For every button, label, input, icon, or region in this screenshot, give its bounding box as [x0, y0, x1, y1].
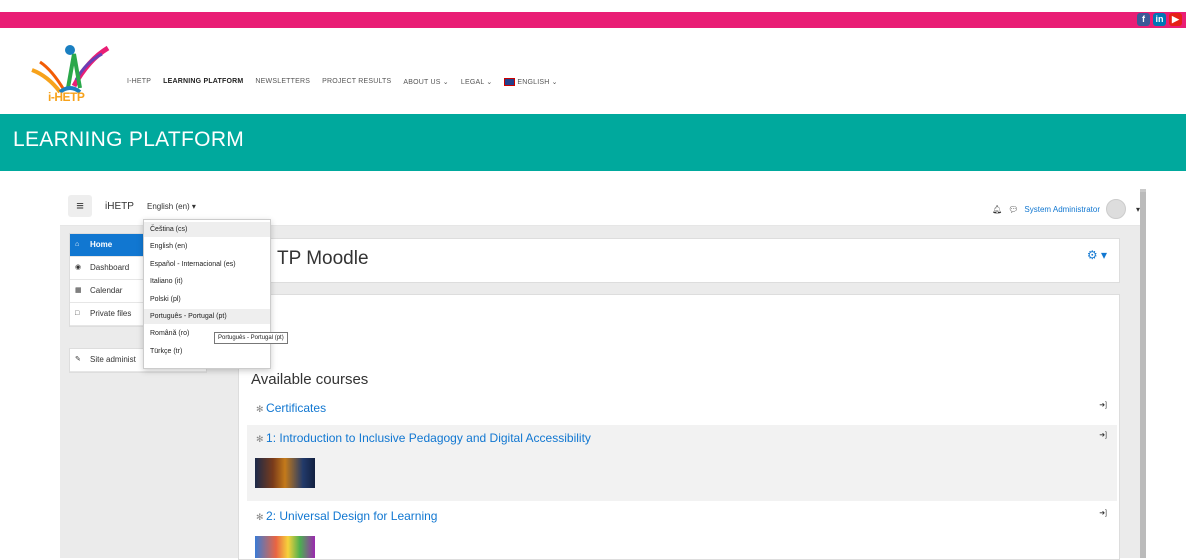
page-banner: LEARNING PLATFORM — [0, 114, 1186, 171]
user-name[interactable]: System Administrator — [1024, 205, 1100, 214]
lang-option-tr[interactable]: Türkçe (tr) — [144, 344, 270, 359]
course-title: 1: Introduction to Inclusive Pedagogy an… — [266, 431, 591, 445]
course-item[interactable]: ✻ 2: Universal Design for Learning ➜] — [247, 503, 1117, 559]
moodle-brand[interactable]: iHETP — [105, 201, 134, 212]
scrollbar-thumb[interactable] — [1140, 192, 1146, 558]
sidebar-item-label: Home — [90, 240, 113, 249]
chat-icon[interactable]: 💬︎ — [1008, 205, 1018, 214]
user-menu-area: 🔔︎ 💬︎ System Administrator ▾ — [992, 199, 1140, 219]
course-item[interactable]: ✻ 1: Introduction to Inclusive Pedagogy … — [247, 425, 1117, 501]
home-icon: ⌂ — [75, 241, 80, 248]
course-icon: ✻ — [256, 404, 267, 414]
nav-language-label: ENGLISH ⌄ — [517, 79, 558, 86]
dashboard-icon: ◉ — [75, 264, 82, 271]
gear-icon[interactable]: ⚙ ▾ — [1087, 248, 1107, 262]
top-bar: f in ▶ — [0, 12, 1186, 28]
course-title: Certificates — [266, 401, 327, 415]
site-header: i-HETP I-HETP LEARNING PLATFORM NEWSLETT… — [0, 28, 1186, 114]
available-courses-heading: Available courses — [251, 371, 369, 388]
nav-project-results[interactable]: PROJECT RESULTS — [322, 78, 391, 86]
enrol-icon[interactable]: ➜] — [1099, 509, 1107, 517]
sidebar-item-label: Private files — [90, 309, 132, 318]
lang-option-pl[interactable]: Polski (pl) — [144, 292, 270, 307]
language-selector[interactable]: English (en) ▾ — [147, 202, 196, 211]
course-link[interactable]: ✻ 2: Universal Design for Learning — [256, 509, 437, 523]
social-links: f in ▶ — [1137, 13, 1182, 26]
course-item[interactable]: ✻ Certificates ➜] — [247, 395, 1117, 421]
nav-legal[interactable]: LEGAL ⌄ — [461, 78, 493, 86]
nav-learning-platform[interactable]: LEARNING PLATFORM — [163, 78, 243, 86]
sidebar-item-label: Dashboard — [90, 263, 130, 272]
nav-newsletters[interactable]: NEWSLETTERS — [255, 78, 310, 86]
flag-uk-icon — [504, 78, 516, 87]
main-content: TP Moodle ⚙ ▾ Available courses ✻ Certif… — [223, 226, 1140, 560]
logo-text: i-HETP — [48, 90, 85, 104]
lang-option-en[interactable]: English (en) — [144, 239, 270, 254]
course-link[interactable]: ✻ Certificates — [256, 401, 326, 415]
course-icon: ✻ — [256, 512, 267, 522]
sidebar-item-label: Calendar — [90, 286, 123, 295]
course-link[interactable]: ✻ 1: Introduction to Inclusive Pedagogy … — [256, 431, 591, 445]
nav-ihetp[interactable]: I-HETP — [127, 78, 151, 86]
enrol-icon[interactable]: ➜] — [1099, 401, 1107, 409]
sidebar-item-label: Site administ — [90, 355, 136, 364]
tooltip: Português - Portugal (pt) — [214, 332, 288, 344]
lang-option-pt[interactable]: Português - Portugal (pt) — [144, 308, 270, 325]
avatar[interactable] — [1105, 199, 1126, 219]
courses-card: Available courses ✻ Certificates ➜] ✻ 1:… — [238, 294, 1120, 560]
lang-option-cs[interactable]: Čeština (cs) — [144, 222, 270, 238]
facebook-icon[interactable]: f — [1137, 13, 1150, 26]
bell-icon[interactable]: 🔔︎ — [992, 205, 1002, 214]
nav-about-us[interactable]: ABOUT US ⌄ — [403, 78, 448, 86]
course-image[interactable] — [255, 458, 315, 488]
main-nav: I-HETP LEARNING PLATFORM NEWSLETTERS PRO… — [127, 78, 558, 87]
youtube-icon[interactable]: ▶ — [1169, 13, 1182, 26]
enrol-icon[interactable]: ➜] — [1099, 431, 1107, 439]
page-header-card: TP Moodle ⚙ ▾ — [238, 238, 1120, 283]
page-title: TP Moodle — [277, 248, 369, 269]
course-title: 2: Universal Design for Learning — [266, 509, 438, 523]
file-icon: □ — [75, 310, 80, 317]
course-image[interactable] — [255, 536, 315, 558]
lang-option-es[interactable]: Español - Internacional (es) — [144, 257, 270, 272]
site-logo[interactable]: i-HETP — [30, 40, 110, 104]
language-dropdown: Čeština (cs) English (en) Español - Inte… — [143, 219, 271, 369]
hamburger-menu-button[interactable]: ≡ — [68, 195, 92, 217]
banner-title: LEARNING PLATFORM — [13, 128, 245, 151]
wrench-icon: ✎ — [75, 356, 81, 363]
calendar-icon: ▦ — [75, 287, 82, 294]
lang-option-it[interactable]: Italiano (it) — [144, 274, 270, 289]
course-icon: ✻ — [256, 434, 267, 444]
nav-language[interactable]: ENGLISH ⌄ — [504, 78, 558, 87]
linkedin-icon[interactable]: in — [1153, 13, 1166, 26]
